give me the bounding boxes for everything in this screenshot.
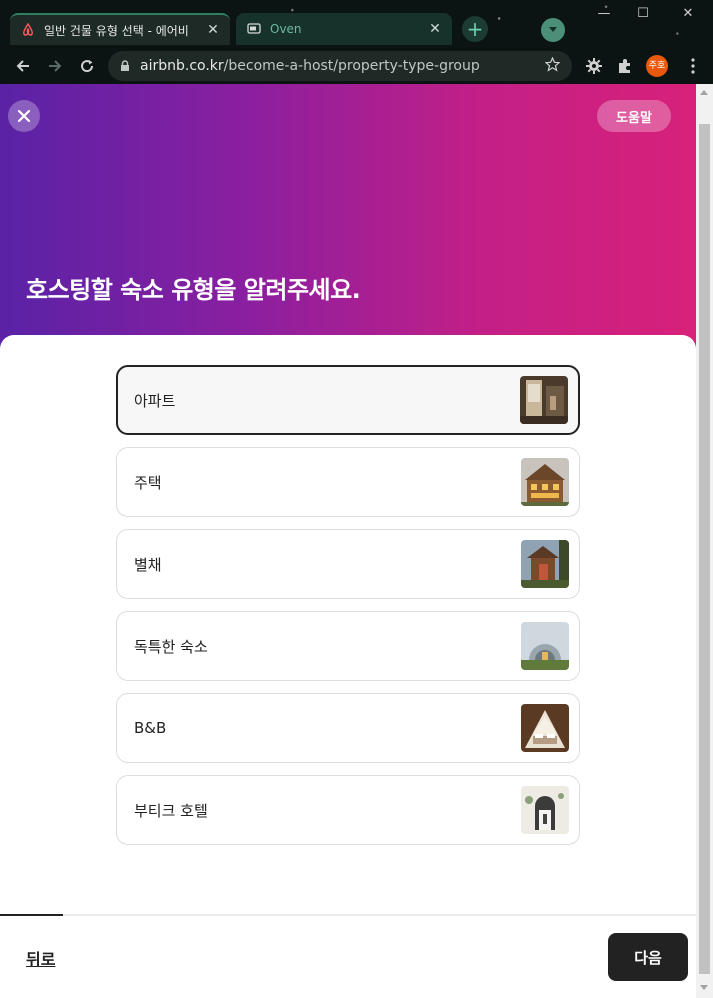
tab-title: Oven (270, 22, 302, 36)
option-boutique-hotel[interactable]: 부티크 호텔 (116, 775, 580, 845)
house-photo (521, 458, 569, 506)
chevron-down-icon (549, 27, 557, 32)
scroll-down-arrow-icon[interactable] (700, 985, 708, 990)
airbnb-icon (20, 22, 36, 38)
minimize-icon[interactable]: — (594, 6, 614, 21)
option-apartment[interactable]: 아파트 (116, 365, 580, 435)
option-label: 별채 (134, 555, 162, 574)
option-label: 부티크 호텔 (134, 801, 208, 820)
close-button[interactable] (8, 100, 40, 132)
tab-active[interactable]: 일반 건물 유형 선택 - 에어비 ✕ (10, 13, 230, 45)
content-sheet: 아파트 주택 별채 독특한 숙소 B&B 부티크 호텔 (0, 335, 696, 998)
page: 도움말 호스팅할 숙소 유형을 알려주세요. 아파트 주택 별채 독특한 숙소 … (0, 84, 696, 998)
option-label: B&B (134, 719, 167, 737)
new-tab-button[interactable]: + (462, 16, 488, 42)
scroll-thumb[interactable] (699, 124, 710, 974)
more-menu-icon[interactable] (681, 54, 705, 78)
annex-photo (521, 540, 569, 588)
oven-icon (246, 21, 262, 37)
address-bar[interactable]: airbnb.co.kr/become-a-host/property-type… (108, 51, 572, 81)
help-button[interactable]: 도움말 (597, 100, 671, 132)
gear-icon[interactable] (582, 54, 606, 78)
close-window-icon[interactable]: ✕ (678, 6, 698, 21)
close-tab-icon[interactable]: ✕ (206, 22, 220, 38)
property-type-list: 아파트 주택 별채 독특한 숙소 B&B 부티크 호텔 (116, 365, 580, 857)
browser-toolbar: airbnb.co.kr/become-a-host/property-type… (0, 48, 713, 84)
option-label: 아파트 (134, 391, 176, 410)
tab-search-button[interactable] (541, 18, 565, 42)
option-label: 주택 (134, 473, 162, 492)
boutique-hotel-photo (521, 786, 569, 834)
progress-bar (0, 914, 63, 916)
option-house[interactable]: 주택 (116, 447, 580, 517)
forward-arrow-icon[interactable] (43, 54, 67, 78)
option-annex[interactable]: 별채 (116, 529, 580, 599)
extensions-puzzle-icon[interactable] (613, 54, 637, 78)
option-bnb[interactable]: B&B (116, 693, 580, 763)
browser-chrome: 일반 건물 유형 선택 - 에어비 ✕ Oven ✕ + — ☐ ✕ airbn… (0, 0, 713, 84)
profile-avatar[interactable]: 주호 (646, 55, 668, 77)
next-button[interactable]: 다음 (608, 933, 688, 981)
bnb-photo (521, 704, 569, 752)
star-icon[interactable] (544, 56, 561, 76)
footer-bar: 뒤로 다음 (0, 914, 696, 998)
tab-title: 일반 건물 유형 선택 - 에어비 (44, 23, 189, 38)
back-arrow-icon[interactable] (11, 54, 35, 78)
unique-stay-photo (521, 622, 569, 670)
option-unique-stay[interactable]: 독특한 숙소 (116, 611, 580, 681)
scroll-up-arrow-icon[interactable] (700, 90, 708, 95)
page-title: 호스팅할 숙소 유형을 알려주세요. (26, 276, 361, 304)
close-tab-icon[interactable]: ✕ (428, 21, 442, 37)
lock-icon (120, 57, 130, 76)
reload-icon[interactable] (75, 54, 99, 78)
apartment-photo (520, 376, 568, 424)
option-label: 독특한 숙소 (134, 637, 208, 656)
url-text: airbnb.co.kr/become-a-host/property-type… (140, 58, 480, 74)
back-link[interactable]: 뒤로 (26, 946, 55, 970)
tab-oven[interactable]: Oven ✕ (236, 13, 452, 45)
scrollbar[interactable] (696, 84, 713, 998)
close-icon (17, 109, 31, 123)
maximize-icon[interactable]: ☐ (633, 6, 653, 21)
hero-banner: 도움말 호스팅할 숙소 유형을 알려주세요. (0, 84, 696, 359)
